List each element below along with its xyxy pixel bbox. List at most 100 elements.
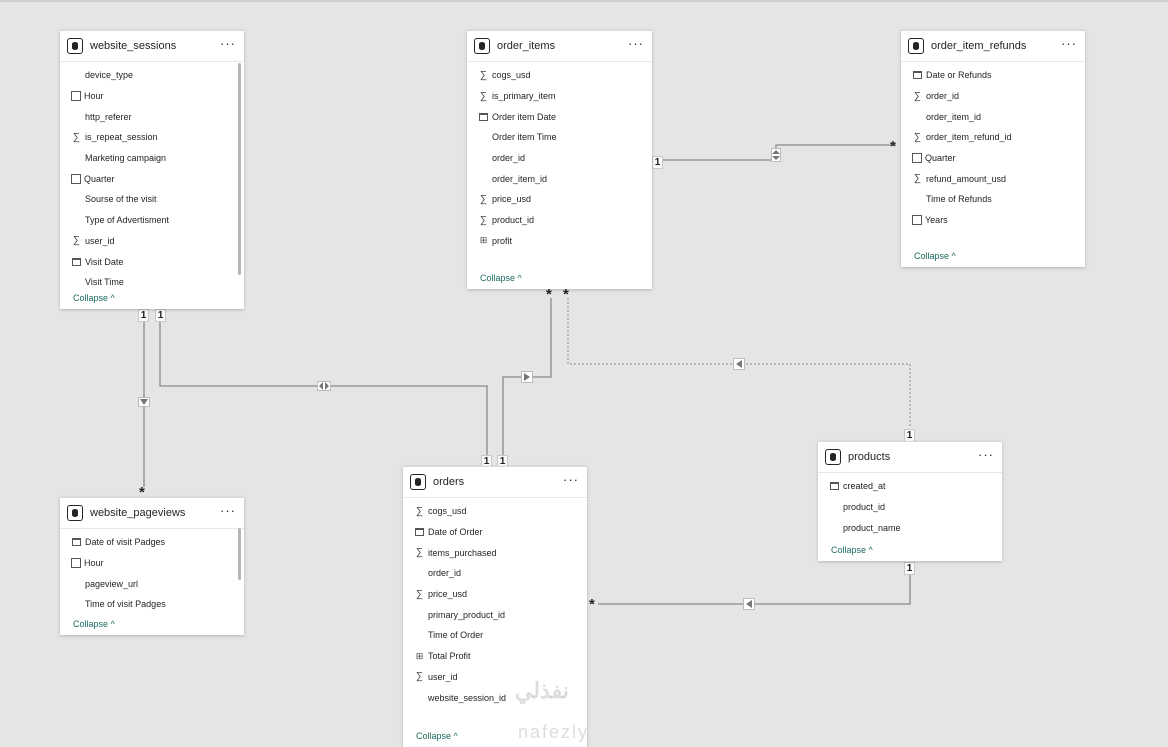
field-row[interactable]: ∑Order item Time (467, 127, 652, 148)
filter-direction-left-icon[interactable] (743, 598, 755, 610)
field-list: ∑cogs_usdDate of Order ∑ items_purchased ∑o… (403, 498, 587, 708)
table-card-order-items[interactable]: order_items ··· ∑ cogs_usd ∑ is_primary_ite… (467, 30, 652, 289)
field-row[interactable]: ∑ price_usd (403, 584, 587, 605)
field-row[interactable]: ∑ is_repeat_session (60, 127, 244, 148)
table-header[interactable]: products ··· (818, 442, 1002, 473)
field-row[interactable]: Quarter (60, 168, 244, 189)
field-row[interactable]: ∑ price_usd (467, 189, 652, 210)
table-card-order-item-refunds[interactable]: order_item_refunds ··· Date or Refunds ∑ o… (901, 30, 1085, 267)
field-label: items_purchased (428, 547, 497, 558)
table-title: order_item_refunds (931, 40, 1027, 52)
filter-direction-right-icon[interactable] (521, 371, 533, 383)
field-row[interactable]: Years (901, 210, 1085, 231)
more-options-icon[interactable]: ··· (563, 473, 579, 489)
field-row[interactable]: Quarter (901, 148, 1085, 169)
field-row[interactable]: ∑ items_purchased (403, 542, 587, 563)
field-row[interactable]: ∑ order_item_refund_id (901, 127, 1085, 148)
field-row[interactable]: Order item Date (467, 106, 652, 127)
table-card-website-sessions[interactable]: website_sessions ··· ∑device_typeHour∑ht… (60, 30, 244, 309)
collapse-button[interactable]: Collapse ^ (901, 251, 956, 261)
field-label: Time of visit Padges (85, 599, 166, 610)
field-row[interactable]: Date of visit Padges (60, 532, 244, 553)
sigma-icon: ∑ (479, 214, 488, 226)
field-row[interactable]: Visit Date (60, 251, 244, 272)
sigma-icon: ∑ (415, 505, 424, 517)
collapse-button[interactable]: Collapse ^ (60, 619, 115, 629)
scrollbar[interactable] (238, 528, 241, 580)
table-icon (410, 474, 426, 490)
more-options-icon[interactable]: ··· (628, 37, 644, 53)
field-label: Time of Refunds (926, 194, 992, 205)
field-row[interactable]: ∑order_item_id (467, 168, 652, 189)
field-label: profit (492, 235, 513, 246)
collapse-button[interactable]: Collapse ^ (818, 545, 873, 555)
field-row[interactable]: ∑ user_id (60, 231, 244, 252)
field-row[interactable]: ∑device_type (60, 65, 244, 86)
field-row[interactable]: ∑order_id (403, 563, 587, 584)
field-row[interactable]: ∑ refund_amount_usd (901, 168, 1085, 189)
field-row[interactable]: ∑primary_product_id (403, 604, 587, 625)
sigma-icon: ∑ (415, 547, 424, 559)
field-row[interactable]: Hour (60, 86, 244, 107)
more-options-icon[interactable]: ··· (1061, 37, 1077, 53)
table-header[interactable]: website_sessions ··· (60, 31, 244, 62)
field-label: cogs_usd (492, 70, 531, 81)
field-row[interactable]: ∑ cogs_usd (403, 501, 587, 522)
field-row[interactable]: ∑ is_primary_item (467, 86, 652, 107)
field-label: Quarter (84, 173, 115, 184)
field-row[interactable]: ∑Time of visit Padges (60, 594, 244, 615)
field-row[interactable]: Date of Order (403, 522, 587, 543)
field-row[interactable]: ∑pageview_url (60, 573, 244, 594)
table-card-orders[interactable]: orders ··· ∑ cogs_usd Date of Order ∑ items_… (403, 466, 587, 747)
field-label: device_type (85, 70, 134, 81)
field-row[interactable]: ∑Time of Refunds (901, 189, 1085, 210)
field-row[interactable]: ∑http_referer (60, 106, 244, 127)
bidirectional-filter-icon[interactable] (317, 381, 331, 391)
field-row[interactable]: Hour (60, 553, 244, 574)
field-label: refund_amount_usd (926, 173, 1007, 184)
filter-direction-down-icon[interactable] (138, 397, 150, 407)
field-label: Sourse of the visit (85, 194, 157, 205)
calculator-icon: ⊞ (415, 650, 424, 661)
collapse-button[interactable]: Collapse ^ (467, 273, 522, 283)
more-options-icon[interactable]: ··· (978, 448, 994, 464)
collapse-button[interactable]: Collapse ^ (403, 731, 458, 741)
field-list: ∑device_typeHour∑http_referer∑is_repeat_… (60, 62, 244, 293)
scrollbar[interactable] (238, 63, 241, 275)
field-row[interactable]: ∑product_id (467, 210, 652, 231)
field-row[interactable]: ∑Type of Advertisment (60, 210, 244, 231)
field-row[interactable]: ⊞ profit (467, 231, 652, 252)
table-header[interactable]: order_items ··· (467, 31, 652, 62)
table-card-website-pageviews[interactable]: website_pageviews ··· Date of visit Padg… (60, 497, 244, 635)
field-row[interactable]: created_at (818, 476, 1002, 497)
bidirectional-filter-icon[interactable] (771, 148, 781, 162)
field-row[interactable]: ⊞ Total Profit (403, 646, 587, 667)
field-row[interactable]: ∑Marketing campaign (60, 148, 244, 169)
field-row[interactable]: ∑ cogs_usd (467, 65, 652, 86)
field-row[interactable]: ∑order_id (467, 148, 652, 169)
field-row[interactable]: ∑product_id (818, 497, 1002, 518)
field-row[interactable]: Date or Refunds (901, 65, 1085, 86)
field-list: Date of visit Padges Hour ∑pageview_url∑Ti… (60, 529, 244, 615)
cardinality-one-marker: 1 (138, 309, 149, 322)
table-card-products[interactable]: products ··· created_at ∑product_id∑produ… (818, 441, 1002, 561)
hierarchy-icon (71, 173, 81, 184)
field-label: Years (925, 215, 948, 226)
cardinality-many-marker: * (589, 596, 595, 613)
field-list: created_at ∑product_id∑product_name (818, 473, 1002, 538)
field-row[interactable]: ∑Visit Time (60, 272, 244, 293)
field-row[interactable]: ∑order_item_id (901, 106, 1085, 127)
field-label: Type of Advertisment (85, 215, 170, 226)
sigma-icon: ∑ (913, 90, 922, 102)
field-row[interactable]: ∑Sourse of the visit (60, 189, 244, 210)
table-header[interactable]: orders ··· (403, 467, 587, 498)
more-options-icon[interactable]: ··· (220, 37, 236, 53)
collapse-button[interactable]: Collapse ^ (60, 293, 115, 303)
more-options-icon[interactable]: ··· (220, 504, 236, 520)
field-row[interactable]: ∑product_name (818, 517, 1002, 538)
table-header[interactable]: website_pageviews ··· (60, 498, 244, 529)
field-row[interactable]: ∑order_id (901, 86, 1085, 107)
field-row[interactable]: ∑Time of Order (403, 625, 587, 646)
table-header[interactable]: order_item_refunds ··· (901, 31, 1085, 62)
filter-direction-left-icon[interactable] (733, 358, 745, 370)
